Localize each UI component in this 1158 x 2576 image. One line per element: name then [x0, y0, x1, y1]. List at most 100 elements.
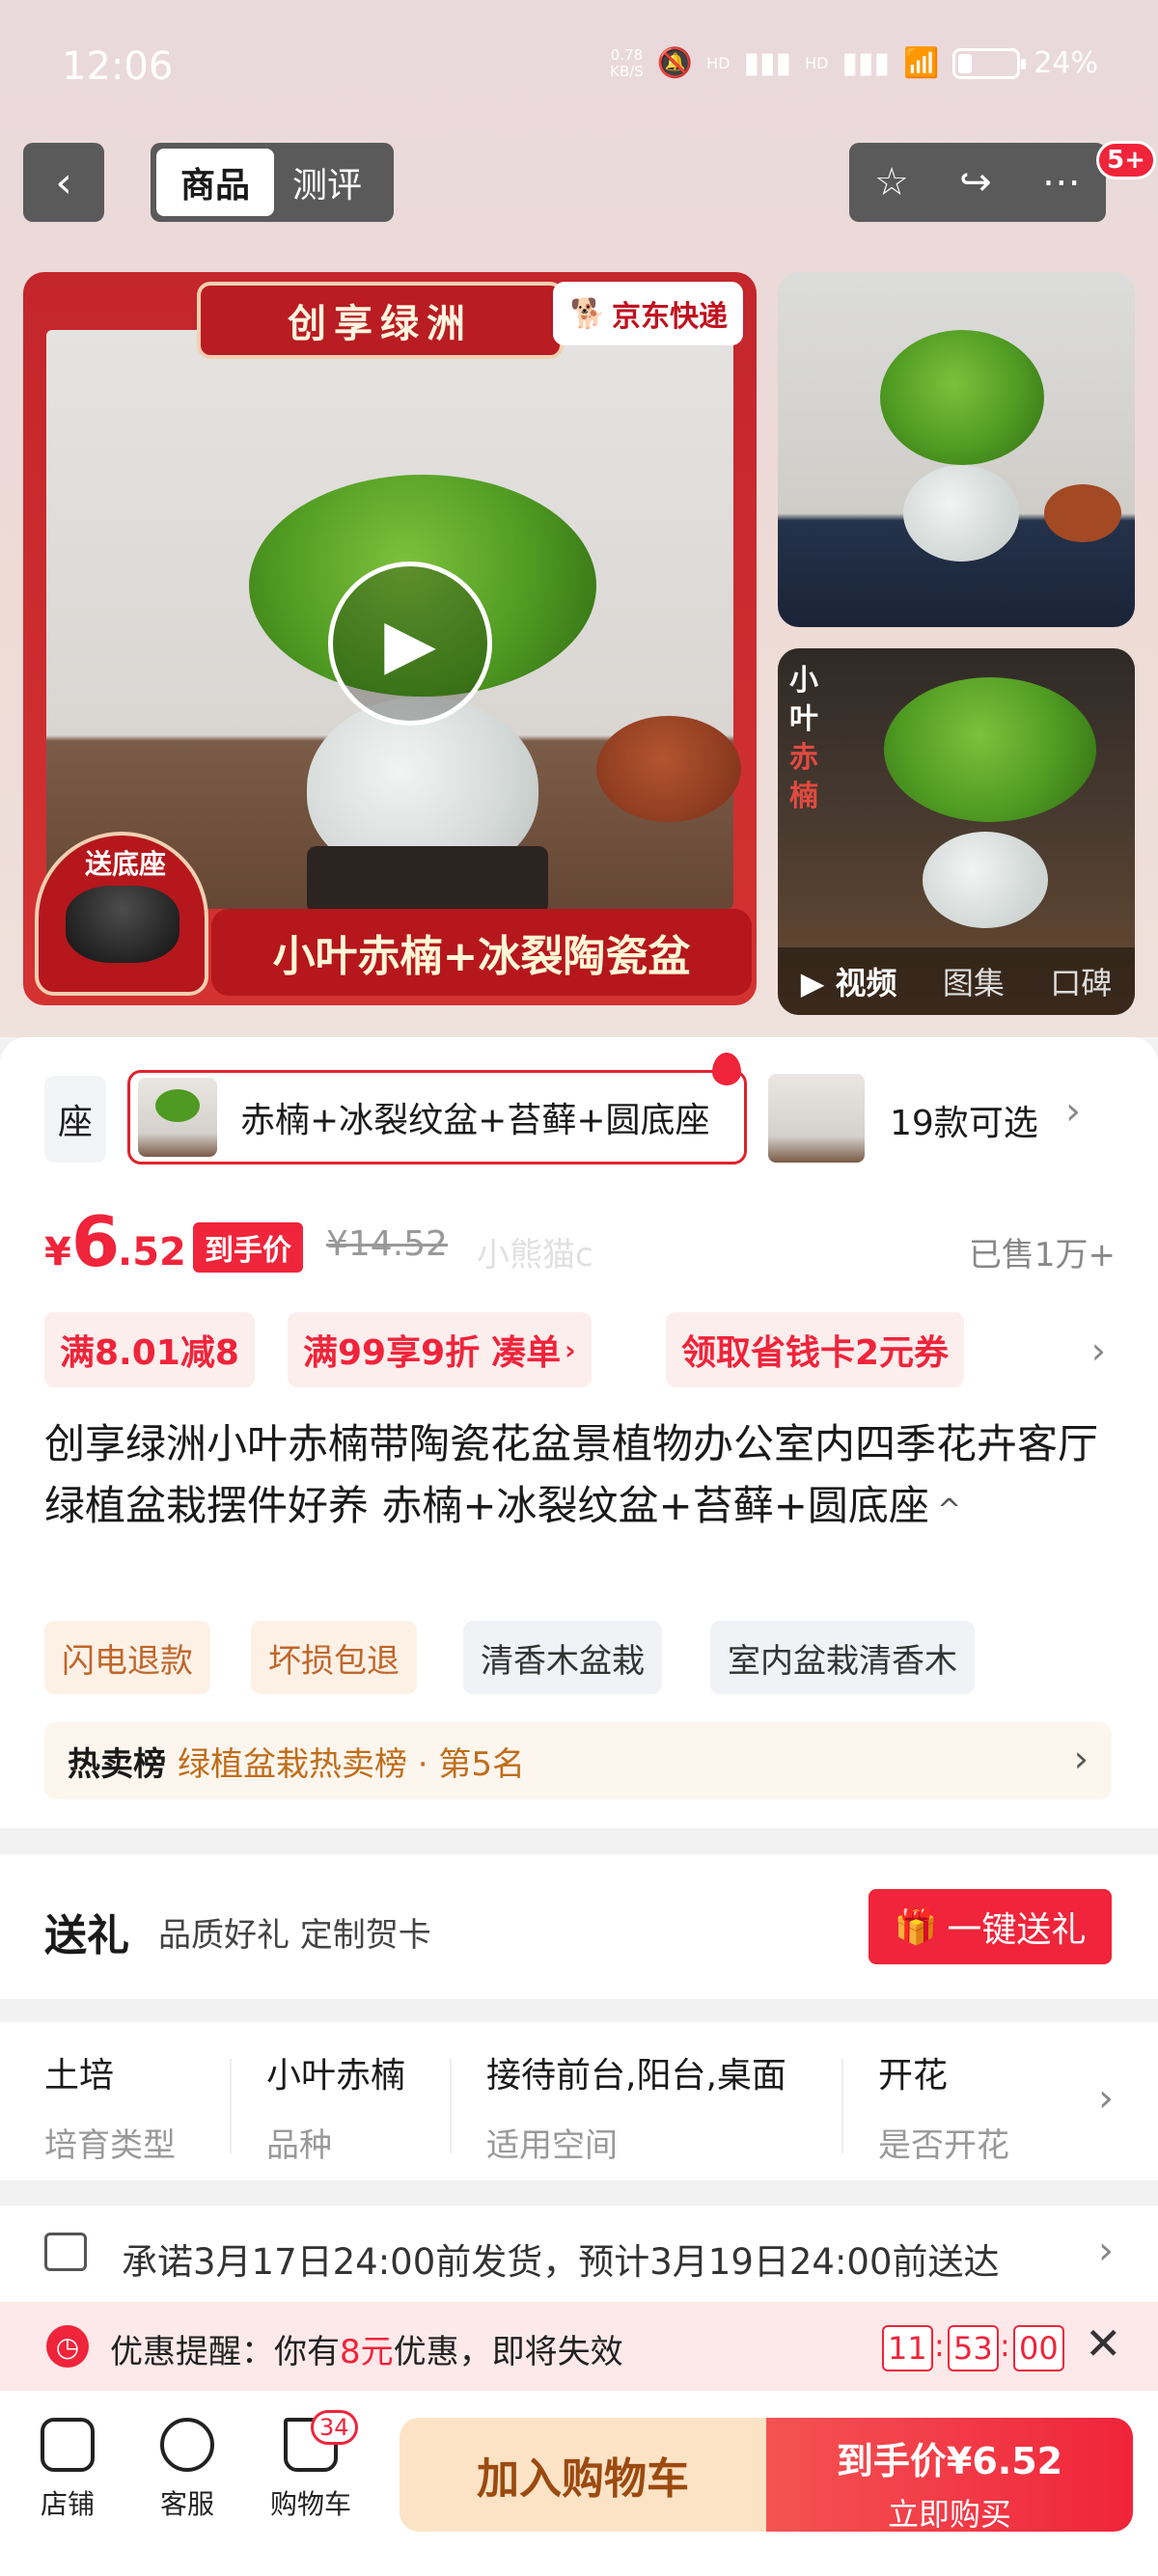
- back-button[interactable]: ‹: [23, 143, 104, 222]
- net-speed: 0.78 KB/S: [610, 45, 644, 80]
- buy-now-button[interactable]: 到手价¥6.52 立即购买 zhizhizhi.com: [766, 2418, 1133, 2552]
- play-button[interactable]: ▶: [328, 562, 492, 726]
- clock-icon: ◷: [46, 2325, 89, 2368]
- one-click-gift-button[interactable]: 🎁 一键送礼: [868, 1889, 1112, 1964]
- coupon-2[interactable]: 满99享9折 凑单 ›: [288, 1312, 592, 1387]
- countdown-sep: :: [1000, 2327, 1010, 2364]
- hot-rank-bar[interactable]: 热卖榜 绿植盆栽热卖榜 · 第5名 ›: [44, 1722, 1112, 1799]
- signal-bars-icon: ▮▮▮: [743, 46, 792, 80]
- thumb-vertical-text: 小 叶 赤 楠: [789, 664, 818, 813]
- message-badge: 5+: [1096, 141, 1156, 179]
- signal-icon-2: HD: [805, 54, 829, 72]
- tab-bar: 商品 测评: [151, 143, 394, 222]
- gift-section: 送礼 品质好礼 定制贺卡 🎁 一键送礼: [0, 1854, 1158, 1999]
- shipping-row[interactable]: 承诺3月17日24:00前发货，预计3月19日24:00前送达 ›: [0, 2206, 1158, 2302]
- tag-category-1[interactable]: 清香木盆栽: [463, 1621, 662, 1694]
- thumbnail-1[interactable]: [778, 272, 1135, 627]
- signal-icon: HD: [706, 54, 731, 72]
- rank-text: 绿植盆栽热卖榜 · 第5名: [178, 1744, 526, 1784]
- variant-next[interactable]: [768, 1074, 865, 1163]
- wifi-icon: 📶: [902, 46, 940, 80]
- more-icon[interactable]: ⋯: [1042, 160, 1081, 205]
- variant-selected[interactable]: 赤楠+冰裂纹盆+苔藓+圆底座: [127, 1070, 747, 1165]
- brand-banner: 创享绿洲: [197, 282, 564, 359]
- stand-image: [66, 886, 179, 963]
- shop-button[interactable]: 店铺: [19, 2418, 116, 2522]
- collapse-icon[interactable]: ^: [937, 1494, 961, 1527]
- divider: [450, 2059, 452, 2153]
- countdown-hours: 11: [882, 2325, 933, 2371]
- rank-title: 热卖榜: [68, 1744, 166, 1784]
- chevron-right-icon[interactable]: ›: [1091, 1329, 1106, 1372]
- attr-space: 接待前台,阳台,桌面 适用空间: [486, 2056, 786, 2165]
- site-watermark: zhizhizhi.com: [1002, 2532, 1119, 2552]
- bottom-action-bar: 店铺 客服 购物车 34 加入购物车 到手价¥6.52 立即购买 zhizhiz…: [0, 2391, 1158, 2576]
- attr-flowering: 开花 是否开花: [878, 2056, 1009, 2165]
- jd-dog-icon: 🐕: [569, 296, 606, 331]
- service-tags: 闪电退款 坏损包退 清香木盆栽 室内盆栽清香木: [44, 1621, 1116, 1696]
- chevron-right-icon: ›: [1098, 2229, 1114, 2273]
- media-tab-gallery[interactable]: 图集: [943, 959, 1005, 1003]
- media-tab-reviews[interactable]: 口碑: [1050, 959, 1112, 1003]
- countdown-minutes: 53: [948, 2325, 999, 2371]
- variant-selector: 座 赤楠+冰裂纹盆+苔藓+圆底座 19款可选 ›: [0, 1053, 1158, 1165]
- countdown-sep: :: [934, 2327, 945, 2364]
- shipping-text: 承诺3月17日24:00前发货，预计3月19日24:00前送达: [122, 2241, 1000, 2283]
- countdown-seconds: 00: [1013, 2325, 1064, 2371]
- gift-seat-badge: 送底座: [35, 832, 208, 996]
- hot-flame-icon: [712, 1053, 741, 1085]
- tag-damage-return[interactable]: 坏损包退: [251, 1621, 417, 1694]
- teapot: [596, 716, 741, 822]
- divider: [841, 2059, 843, 2153]
- attr-variety: 小叶赤楠 品种: [266, 2056, 406, 2165]
- variant-count[interactable]: 19款可选: [890, 1095, 1038, 1145]
- chevron-right-icon[interactable]: ›: [1065, 1089, 1081, 1134]
- gift-icon: 🎁: [894, 1907, 938, 1947]
- tab-review[interactable]: 测评: [274, 149, 380, 216]
- gift-subtitle: 品质好礼 定制贺卡: [158, 1916, 431, 1955]
- mute-icon: 🔕: [656, 46, 694, 80]
- thumbnail-2[interactable]: 小 叶 赤 楠 ▶ 视频 图集 口碑: [778, 648, 1135, 1015]
- battery-icon: [952, 47, 1027, 79]
- user-watermark: 小熊猫c: [477, 1236, 593, 1274]
- share-icon[interactable]: ↪: [959, 160, 992, 205]
- thumb-tree: [884, 677, 1096, 822]
- coupon-1[interactable]: 满8.01减8: [44, 1312, 255, 1387]
- service-button[interactable]: 客服: [139, 2418, 235, 2522]
- coupon-3[interactable]: 领取省钱卡2元券: [666, 1312, 965, 1387]
- tag-fast-refund[interactable]: 闪电退款: [44, 1621, 210, 1694]
- add-to-cart-button[interactable]: 加入购物车: [400, 2418, 766, 2532]
- variant-prev[interactable]: 座: [44, 1076, 106, 1163]
- product-info-card: 座 赤楠+冰裂纹盆+苔藓+圆底座 19款可选 › ¥ 6 .52 到手价 ¥14…: [0, 1037, 1158, 1828]
- media-tab-video[interactable]: ▶ 视频: [801, 959, 897, 1003]
- tag-category-2[interactable]: 室内盆栽清香木: [710, 1621, 975, 1694]
- jd-express-tag: 🐕 京东快递: [552, 282, 743, 345]
- attr-cultivation: 土培 培育类型: [44, 2056, 176, 2165]
- original-price: ¥14.52: [326, 1224, 448, 1264]
- top-nav: ‹ 商品 测评 ☆ ↪ ⋯: [0, 143, 1158, 224]
- sold-count: 已售1万+: [968, 1236, 1116, 1274]
- wooden-stand: [307, 846, 548, 914]
- thumb-tree: [880, 330, 1044, 465]
- signal-bars-icon-2: ▮▮▮: [841, 46, 890, 80]
- close-icon[interactable]: ✕: [1085, 2317, 1122, 2370]
- coupon-row: 满8.01减8 满99享9折 凑单 › 领取省钱卡2元券 ›: [44, 1312, 1116, 1389]
- chevron-left-icon: ‹: [55, 157, 72, 207]
- play-icon: ▶: [384, 604, 436, 683]
- truck-icon: [44, 2233, 87, 2271]
- thumb-teapot: [1044, 484, 1121, 542]
- promo-reminder: ◷ 优惠提醒：你有8元优惠，即将失效 11 : 53 : 00 ✕: [0, 2302, 1158, 2391]
- hero-area: 12:06 0.78 KB/S 🔕 HD ▮▮▮ HD ▮▮▮ 📶 24% ‹ …: [0, 0, 1158, 1037]
- main-product-image[interactable]: 创享绿洲 🐕 京东快递 ▶ 送底座 小叶赤楠+冰裂陶瓷盆: [23, 272, 757, 1005]
- product-title: 创享绿洲小叶赤楠带陶瓷花盆景植物办公室内四季花卉客厅绿植盆栽摆件好养 赤楠+冰裂…: [44, 1420, 1099, 1529]
- price-row: ¥ 6 .52 到手价 ¥14.52 小熊猫c 已售1万+: [44, 1201, 1116, 1282]
- tab-product[interactable]: 商品: [156, 149, 274, 216]
- thumb-pot: [923, 832, 1048, 928]
- divider: [230, 2059, 232, 2153]
- thumb-pot: [903, 465, 1019, 562]
- attribute-row[interactable]: 土培 培育类型 小叶赤楠 品种 接待前台,阳台,桌面 适用空间 开花 是否开花 …: [0, 2022, 1158, 2180]
- product-banner: 小叶赤楠+冰裂陶瓷盆: [211, 909, 752, 996]
- status-icons: 0.78 KB/S 🔕 HD ▮▮▮ HD ▮▮▮ 📶 24%: [610, 46, 1098, 80]
- status-bar: 12:06 0.78 KB/S 🔕 HD ▮▮▮ HD ▮▮▮ 📶 24%: [0, 39, 1158, 96]
- star-icon[interactable]: ☆: [874, 160, 909, 205]
